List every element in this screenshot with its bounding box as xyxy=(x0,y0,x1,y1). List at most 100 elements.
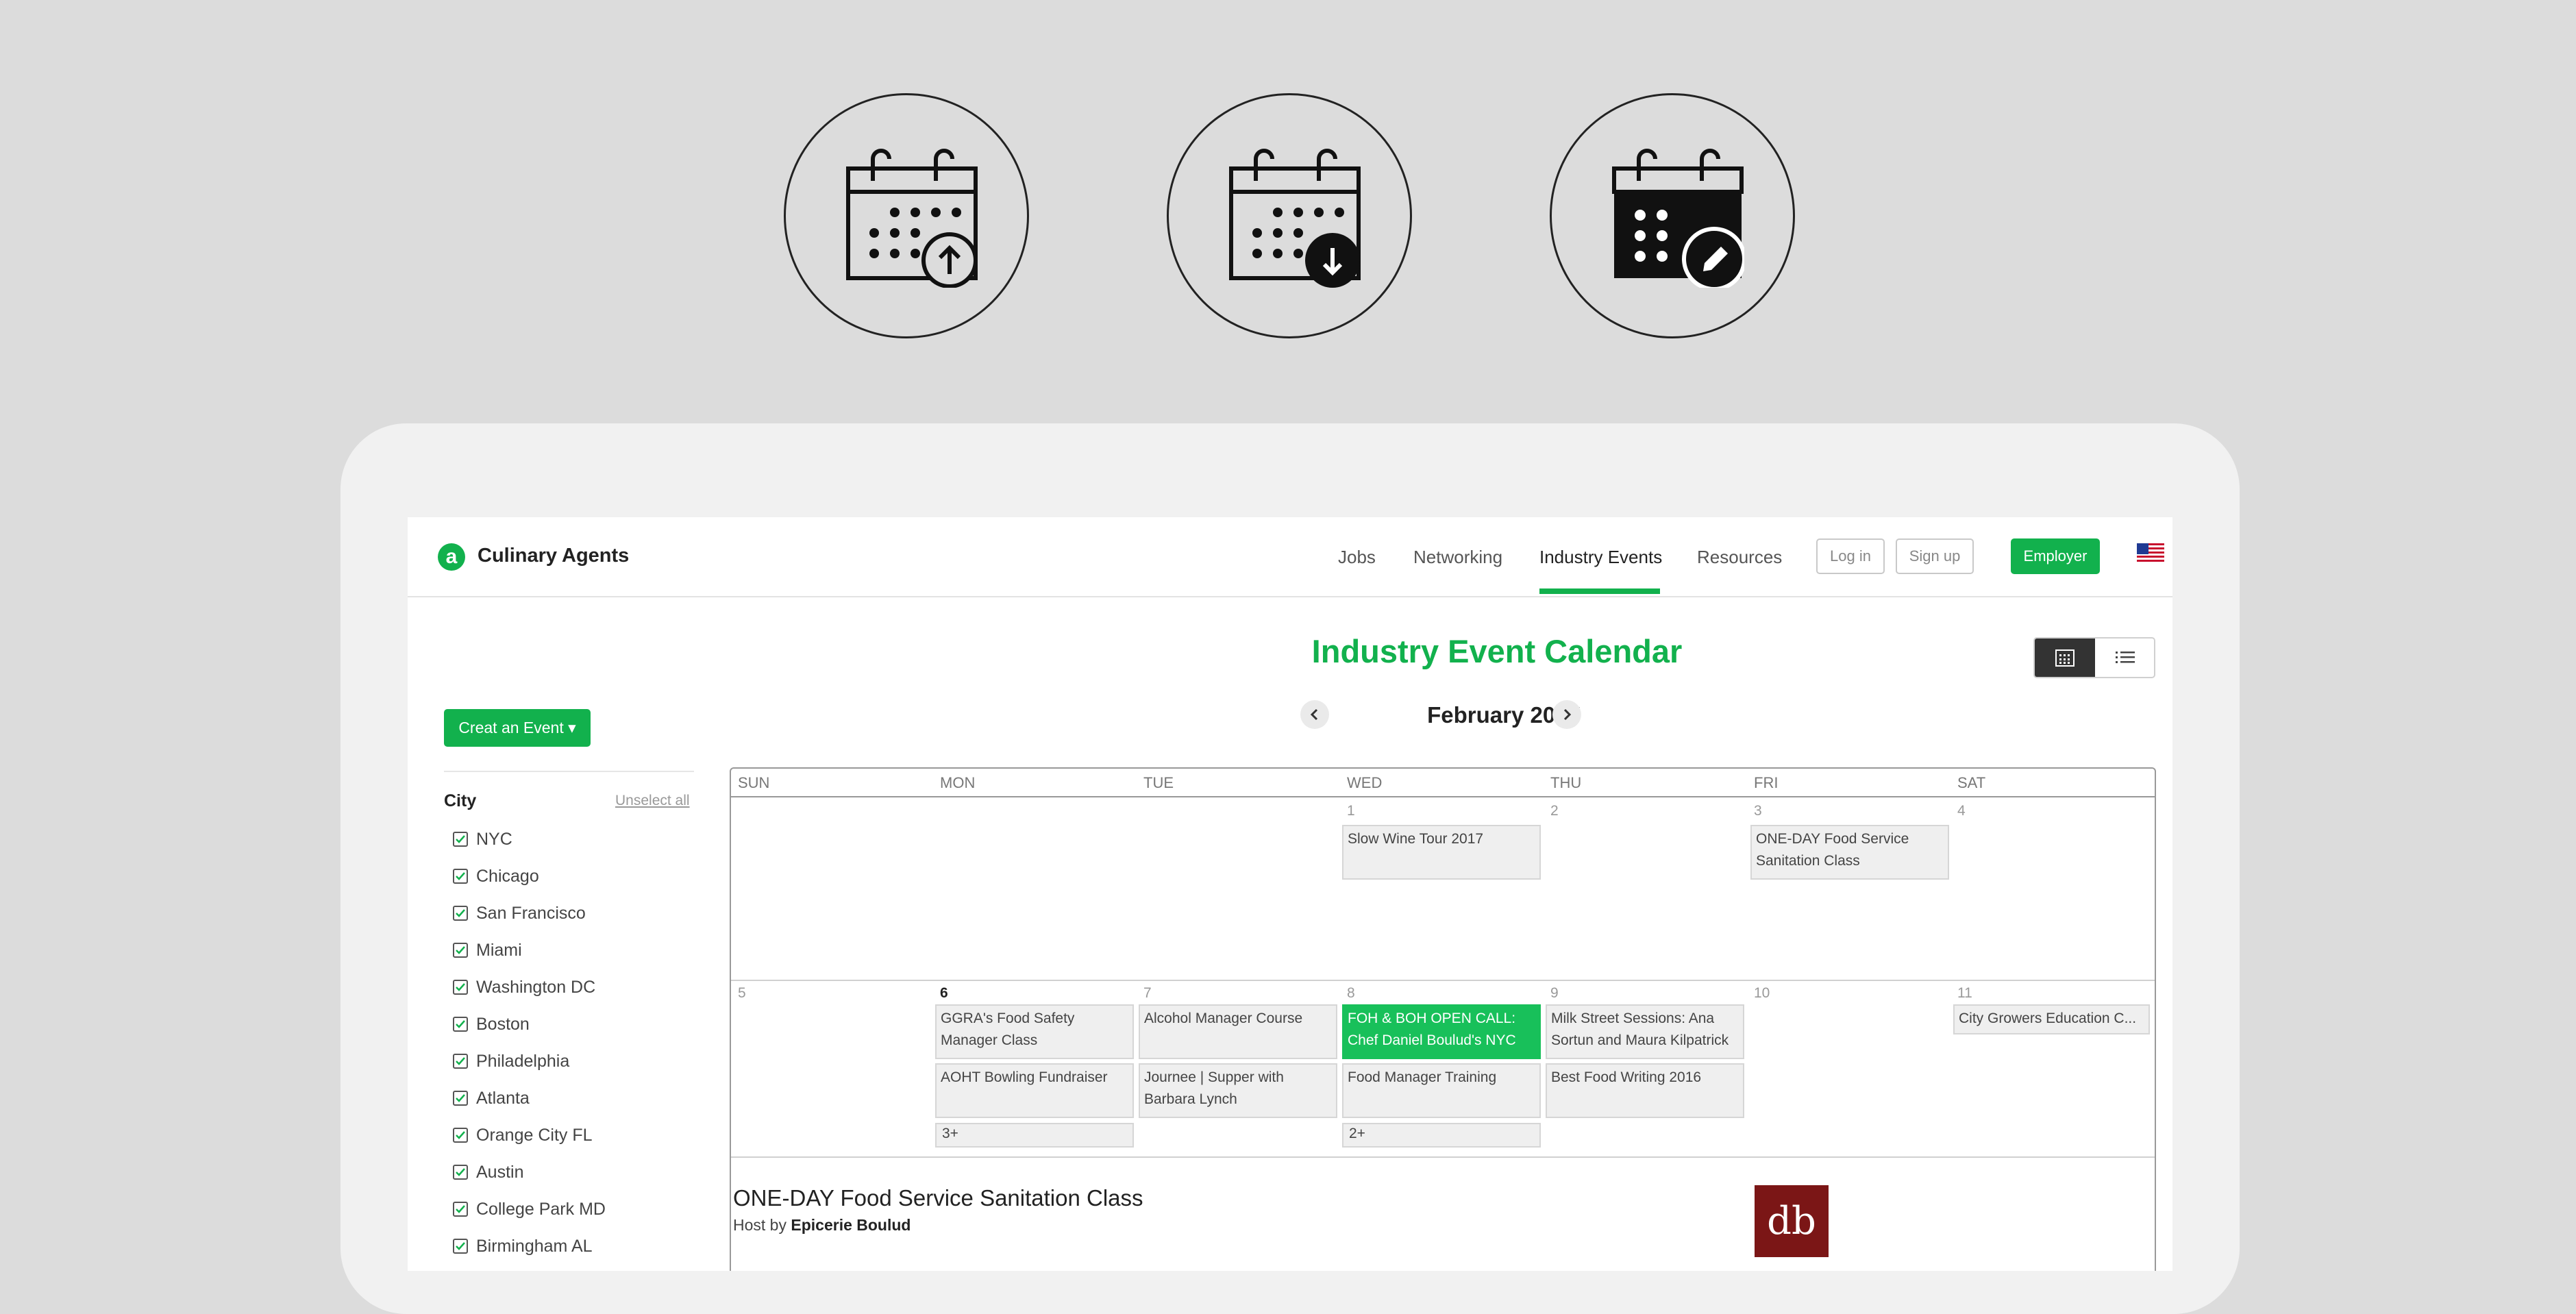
checkbox-checked-icon[interactable] xyxy=(453,1239,468,1254)
city-filter-miami[interactable]: Miami xyxy=(453,937,522,964)
host-logo-text: db xyxy=(1767,1198,1816,1243)
current-month-label: February 2017 xyxy=(1427,702,1581,728)
employer-button[interactable]: Employer xyxy=(2011,538,2100,574)
city-filter-nyc[interactable]: NYC xyxy=(453,826,512,853)
day-number[interactable]: 1 xyxy=(1347,803,1355,819)
event-milk-street-sessions[interactable]: Milk Street Sessions: Ana Sortun and Mau… xyxy=(1546,1004,1744,1059)
checkbox-checked-icon[interactable] xyxy=(453,869,468,884)
checkbox-checked-icon[interactable] xyxy=(453,1128,468,1143)
brand-name[interactable]: Culinary Agents xyxy=(478,545,629,567)
weekday-fri: FRI xyxy=(1754,774,1779,791)
more-events-link[interactable]: 2+ xyxy=(1342,1123,1541,1148)
city-label: Birmingham AL xyxy=(476,1236,593,1256)
nav-resources[interactable]: Resources xyxy=(1697,547,1782,568)
view-toggle xyxy=(2033,637,2155,678)
chevron-left-icon xyxy=(1310,708,1318,721)
event-food-manager-training[interactable]: Food Manager Training xyxy=(1342,1063,1541,1118)
city-filter-san-francisco[interactable]: San Francisco xyxy=(453,900,586,927)
calendar-upload-glyph xyxy=(846,149,978,288)
day-number[interactable]: 2 xyxy=(1550,803,1559,819)
nav-jobs[interactable]: Jobs xyxy=(1338,547,1376,568)
city-label: Atlanta xyxy=(476,1088,530,1108)
day-number-today[interactable]: 6 xyxy=(940,985,948,1002)
more-events-link[interactable]: 3+ xyxy=(935,1123,1134,1148)
page-title: Industry Event Calendar xyxy=(1311,633,1683,669)
city-label: Miami xyxy=(476,940,522,960)
sidebar-divider xyxy=(444,771,694,772)
unselect-all-link[interactable]: Unselect all xyxy=(615,793,690,809)
calendar-view-button[interactable] xyxy=(2035,639,2095,677)
calendar-edit-icon xyxy=(1550,93,1795,338)
top-navigation-bar: a Culinary Agents Jobs Networking Indust… xyxy=(408,517,2172,597)
weekday-sat: SAT xyxy=(1957,774,1986,791)
weekday-header-row: SUN MON TUE WED THU FRI SAT xyxy=(731,769,2155,797)
city-filter-washington-dc[interactable]: Washington DC xyxy=(453,974,595,1001)
city-filter-atlanta[interactable]: Atlanta xyxy=(453,1084,530,1112)
city-filter-heading: City xyxy=(444,791,477,810)
list-icon xyxy=(2116,652,2135,663)
event-city-growers[interactable]: City Growers Education C... xyxy=(1953,1004,2150,1034)
chevron-right-icon xyxy=(1563,708,1572,721)
checkbox-checked-icon[interactable] xyxy=(453,1054,468,1069)
day-number[interactable]: 10 xyxy=(1754,985,1770,1002)
app-screen: a Culinary Agents Jobs Networking Indust… xyxy=(408,517,2172,1271)
checkbox-checked-icon[interactable] xyxy=(453,832,468,847)
day-number[interactable]: 11 xyxy=(1957,985,1972,1002)
city-filter-austin[interactable]: Austin xyxy=(453,1158,523,1186)
event-aoht-bowling[interactable]: AOHT Bowling Fundraiser xyxy=(935,1063,1134,1118)
weekday-mon: MON xyxy=(940,774,976,791)
city-label: Philadelphia xyxy=(476,1051,570,1071)
city-label: Washington DC xyxy=(476,977,596,997)
event-slow-wine-tour[interactable]: Slow Wine Tour 2017 xyxy=(1342,825,1541,880)
day-number[interactable]: 8 xyxy=(1347,985,1355,1002)
day-number[interactable]: 5 xyxy=(738,985,746,1002)
weekday-sun: SUN xyxy=(738,774,770,791)
host-name[interactable]: Epicerie Boulud xyxy=(791,1216,911,1234)
day-number[interactable]: 4 xyxy=(1957,803,1966,819)
nav-networking[interactable]: Networking xyxy=(1413,547,1502,568)
event-detail-title: ONE-DAY Food Service Sanitation Class xyxy=(733,1185,1143,1211)
checkbox-checked-icon[interactable] xyxy=(453,1165,468,1180)
city-label: Boston xyxy=(476,1014,530,1034)
nav-industry-events[interactable]: Industry Events xyxy=(1539,547,1662,568)
event-journee-supper[interactable]: Journee | Supper with Barbara Lynch xyxy=(1139,1063,1337,1118)
checkbox-checked-icon[interactable] xyxy=(453,1017,468,1032)
city-label: College Park MD xyxy=(476,1199,606,1219)
city-label: Orange City FL xyxy=(476,1125,593,1145)
event-foh-boh-open-call[interactable]: FOH & BOH OPEN CALL: Chef Daniel Boulud'… xyxy=(1342,1004,1541,1059)
weekday-tue: TUE xyxy=(1143,774,1174,791)
event-detail-host: Host by Epicerie Boulud xyxy=(733,1216,911,1235)
checkbox-checked-icon[interactable] xyxy=(453,943,468,958)
list-view-button[interactable] xyxy=(2095,639,2154,677)
city-filter-college-park-md[interactable]: College Park MD xyxy=(453,1195,606,1223)
weekday-wed: WED xyxy=(1347,774,1383,791)
us-flag-icon[interactable] xyxy=(2137,543,2164,564)
city-filter-philadelphia[interactable]: Philadelphia xyxy=(453,1048,569,1075)
next-month-button[interactable] xyxy=(1552,700,1581,729)
signup-button[interactable]: Sign up xyxy=(1896,538,1974,574)
event-alcohol-manager-course[interactable]: Alcohol Manager Course xyxy=(1139,1004,1337,1059)
checkbox-checked-icon[interactable] xyxy=(453,1091,468,1106)
event-best-food-writing[interactable]: Best Food Writing 2016 xyxy=(1546,1063,1744,1118)
checkbox-checked-icon[interactable] xyxy=(453,906,468,921)
day-number[interactable]: 7 xyxy=(1143,985,1152,1002)
day-number[interactable]: 9 xyxy=(1550,985,1559,1002)
city-filter-birmingham-al[interactable]: Birmingham AL xyxy=(453,1232,593,1260)
create-event-button[interactable]: Creat an Event ▾ xyxy=(444,709,591,747)
city-label: NYC xyxy=(476,829,512,849)
city-filter-boston[interactable]: Boston xyxy=(453,1011,530,1038)
city-filter-orange-city-fl[interactable]: Orange City FL xyxy=(453,1121,593,1149)
login-button[interactable]: Log in xyxy=(1816,538,1885,574)
host-logo[interactable]: db xyxy=(1755,1185,1829,1257)
city-label: Chicago xyxy=(476,866,539,886)
checkbox-checked-icon[interactable] xyxy=(453,980,468,995)
calendar-download-icon xyxy=(1167,93,1412,338)
city-filter-chicago[interactable]: Chicago xyxy=(453,863,539,890)
checkbox-checked-icon[interactable] xyxy=(453,1202,468,1217)
active-nav-indicator xyxy=(1539,588,1660,594)
culinary-agents-logo-icon[interactable]: a xyxy=(438,543,465,571)
previous-month-button[interactable] xyxy=(1300,700,1329,729)
event-ggra-food-safety[interactable]: GGRA's Food Safety Manager Class xyxy=(935,1004,1134,1059)
day-number[interactable]: 3 xyxy=(1754,803,1762,819)
event-food-sanitation-class[interactable]: ONE-DAY Food Service Sanitation Class xyxy=(1750,825,1949,880)
